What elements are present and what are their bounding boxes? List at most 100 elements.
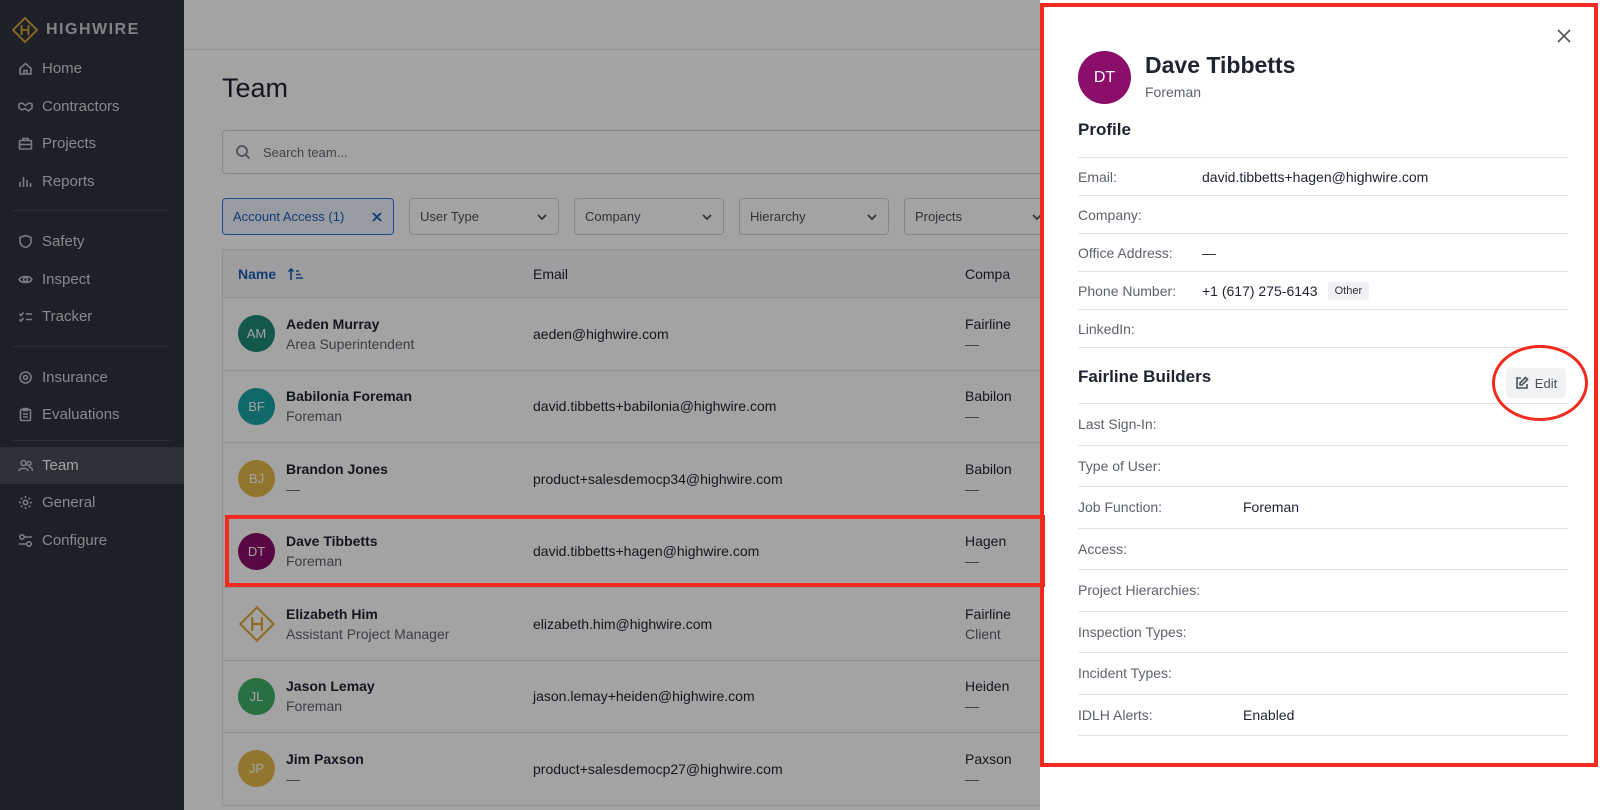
field-last-sign-in: Last Sign-In: [1078,403,1568,445]
column-header-company[interactable]: Compa [965,266,1010,282]
filter-projects[interactable]: Projects [904,198,1054,235]
company-name: Fairline [965,605,1011,622]
column-header-name[interactable]: Name [223,266,533,282]
sidebar: HIGHWIRE Home Contractors Projects Reports S… [0,0,184,810]
brand-logo[interactable]: HIGHWIRE [0,0,184,50]
chevron-down-icon [702,213,712,220]
cell-email: jason.lemay+heiden@highwire.com [533,688,755,705]
sidebar-item-inspect[interactable]: Inspect [0,261,184,299]
field-label: Type of User: [1078,457,1162,474]
field-job-function: Job Function: Foreman [1078,486,1568,528]
avatar [238,605,275,643]
check-list-icon [18,312,32,323]
sidebar-item-label: General [42,494,96,512]
filter-user-type[interactable]: User Type [409,198,559,235]
company-sub: Client [965,625,1001,642]
avatar: BF [238,387,275,425]
field-divider [1078,347,1568,348]
company-name: Heiden [965,678,1010,695]
clear-filter-icon[interactable] [371,211,383,223]
person-name: Jason Lemay [286,678,375,695]
field-access: Access: [1078,527,1568,570]
cell-company: Fairline Client [965,606,1011,642]
brand-name: HIGHWIRE [46,21,140,38]
person-role: Assistant Project Manager [286,625,450,642]
field-label: Company: [1078,206,1142,223]
sidebar-item-contractors[interactable]: Contractors [0,88,184,126]
field-label: Office Address: [1078,244,1173,261]
sidebar-item-configure[interactable]: Configure [0,522,184,560]
field-type-of-user: Type of User: [1078,444,1568,487]
sidebar-item-tracker[interactable]: Tracker [0,298,184,336]
column-header-email[interactable]: Email [533,266,965,282]
field-project-hierarchies: Project Hierarchies: [1078,569,1568,611]
search-input[interactable] [263,144,863,160]
close-button[interactable] [1555,27,1573,45]
nav-divider [12,345,170,347]
sidebar-item-label: Tracker [42,308,93,326]
close-icon [1557,29,1571,43]
sidebar-item-team[interactable]: Team [0,446,184,484]
sidebar-item-label: Home [42,60,83,78]
page-title: Team [222,73,289,103]
cell-company: Fairline — [965,316,1011,352]
edit-button[interactable]: Edit [1506,368,1566,398]
cell-name: BF Babilonia Foreman Foreman [223,387,533,425]
filter-label: User Type [420,209,480,224]
field-linkedin: LinkedIn: [1078,309,1568,347]
chevron-down-icon [537,213,547,220]
company-sub: — [965,770,979,787]
cell-name: AM Aeden Murray Area Superintendent [223,315,533,353]
sidebar-item-projects[interactable]: Projects [0,125,184,163]
user-detail-drawer: DT Dave Tibbetts Foreman Profile Email: d… [1040,0,1600,810]
user-name: Dave Tibbetts [1145,52,1296,78]
person-role: Foreman [286,553,343,570]
field-value: +1 (617) 275-6143 [1202,282,1318,299]
field-email: Email: david.tibbetts+hagen@highwire.com [1078,157,1568,195]
sidebar-item-label: Contractors [42,97,120,115]
field-divider [1078,735,1568,736]
sidebar-item-label: Projects [42,135,97,153]
gear-icon [19,496,32,510]
umbrella-icon [19,370,32,384]
sidebar-item-reports[interactable]: Reports [0,163,184,201]
sidebar-item-evaluations[interactable]: Evaluations [0,396,184,434]
field-value: Foreman [1243,499,1300,516]
person-role: Foreman [286,698,343,715]
filter-account-access[interactable]: Account Access (1) [222,198,394,235]
cell-name: BJ Brandon Jones — [223,460,533,498]
filter-hierarchy[interactable]: Hierarchy [739,198,889,235]
column-header-name-label: Name [238,265,277,282]
filter-company[interactable]: Company [574,198,724,235]
field-value: — [1202,244,1216,261]
company-name: Paxson [965,750,1012,767]
field-label: Project Hierarchies: [1078,582,1201,599]
avatar: DT [1078,51,1131,104]
nav-divider [12,439,170,441]
field-label: Phone Number: [1078,282,1177,299]
filter-label: Projects [915,209,962,224]
field-label: LinkedIn: [1078,320,1135,337]
person-role: Area Superintendent [286,335,415,352]
sidebar-item-label: Configure [42,531,108,549]
bar-chart-icon [19,176,32,187]
field-inspection-types: Inspection Types: [1078,610,1568,653]
cell-name: Elizabeth Him Assistant Project Manager [223,605,533,643]
field-office-address: Office Address: — [1078,233,1568,271]
sidebar-item-insurance[interactable]: Insurance [0,359,184,397]
cell-email: product+salesdemocp27@highwire.com [533,760,783,777]
company-sub: — [965,408,979,425]
profile-section-title: Profile [1078,120,1131,139]
field-label: Incident Types: [1078,665,1172,682]
person-name: Dave Tibbetts [286,533,378,550]
field-idlh-alerts: IDLH Alerts: Enabled [1078,693,1568,736]
avatar: JP [238,750,275,788]
sidebar-item-home[interactable]: Home [0,50,184,88]
cell-company: Hagen — [965,533,1006,569]
nav-divider [12,210,170,211]
sidebar-item-general[interactable]: General [0,484,184,522]
sidebar-item-label: Inspect [42,270,91,288]
cell-name: JP Jim Paxson — [223,750,533,788]
sidebar-item-safety[interactable]: Safety [0,223,184,261]
sort-ascending-icon[interactable] [288,267,304,281]
